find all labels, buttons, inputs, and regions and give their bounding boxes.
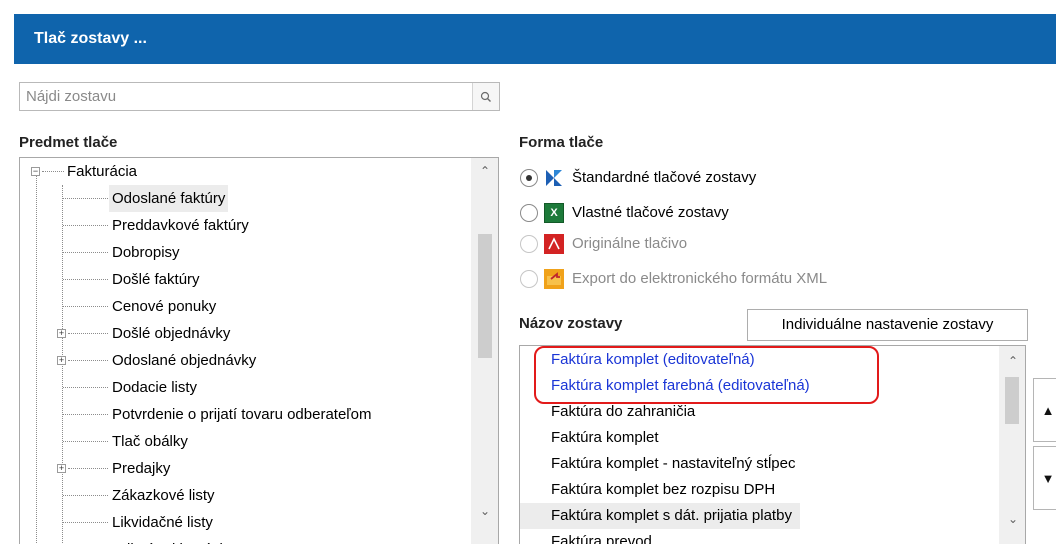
tree-item[interactable]: Likvidačné listy	[20, 509, 480, 536]
report-item[interactable]: Faktúra prevod	[520, 529, 652, 544]
radio-label-custom: Vlastné tlačové zostavy	[572, 204, 729, 221]
plus-expander-icon[interactable]: +	[57, 464, 66, 473]
tree-item-label: Tlač obálky	[112, 433, 188, 450]
tree-item-label: Cenové ponuky	[112, 298, 217, 315]
radio-label-xml: Export do elektronického formátu XML	[572, 270, 828, 287]
radio-option-original: Originálne tlačivo	[520, 229, 687, 259]
tree-item-label: Došlé objednávky	[112, 325, 231, 342]
plus-expander-icon[interactable]: +	[57, 329, 66, 338]
radio-option-custom[interactable]: X Vlastné tlačové zostavy	[520, 198, 729, 228]
subject-scroll-thumb[interactable]	[478, 234, 492, 358]
tree-item[interactable]: Odoslané faktúry	[20, 185, 480, 212]
search-box	[19, 82, 500, 111]
subject-title: Predmet tlače	[19, 134, 118, 151]
tree-item[interactable]: Tlač obálky	[20, 428, 480, 455]
subject-scrollbar[interactable]: ⌃ ⌄	[471, 158, 498, 544]
report-item[interactable]: Faktúra komplet s dát. prijatia platby	[520, 503, 800, 529]
report-item[interactable]: Faktúra komplet bez rozpisu DPH	[520, 477, 775, 503]
tree-item-label: Likvidačné listy	[112, 514, 213, 531]
tree-item[interactable]: + Odoslané objednávky	[20, 347, 480, 374]
move-up-button[interactable]: ▲	[1033, 378, 1056, 442]
tree-item[interactable]: Preddavkové faktúry	[20, 212, 480, 239]
radio-option-xml: Export do elektronického formátu XML	[520, 264, 827, 294]
reports-title: Názov zostavy	[519, 315, 623, 332]
tree-item-label: Zákazkové listy	[112, 487, 215, 504]
tree-item-label: Odoslané faktúry	[109, 185, 229, 212]
reports-list: Faktúra komplet (editovateľná) Faktúra ko…	[519, 345, 1026, 544]
move-down-icon: ▼	[1041, 470, 1055, 486]
tree-item-label: Odoslané objednávky	[112, 352, 257, 369]
scroll-up-icon[interactable]: ⌃	[475, 164, 495, 178]
tree-item-label: Dobropisy	[112, 244, 180, 261]
tree-item[interactable]: Potvrdenie o prijatí tovaru odberateľom	[20, 401, 480, 428]
tree-item[interactable]: +Prijaté reklamácie	[20, 536, 480, 544]
tree-item[interactable]: Došlé faktúry	[20, 266, 480, 293]
move-up-icon: ▲	[1041, 402, 1055, 418]
individual-settings-button[interactable]: Individuálne nastavenie zostavy	[747, 309, 1028, 341]
search-icon[interactable]	[472, 83, 499, 110]
tree-root-label: Fakturácia	[67, 163, 138, 180]
radio-label-standard: Štandardné tlačové zostavy	[572, 169, 757, 186]
tree-item-label: Prijaté reklamácie	[109, 536, 234, 544]
dialog-title: Tlač zostavy ...	[14, 14, 1056, 64]
tree-item-label: Preddavkové faktúry	[112, 217, 249, 234]
minus-expander-icon[interactable]: −	[31, 167, 40, 176]
tree-item[interactable]: + Došlé objednávky	[20, 320, 480, 347]
plus-expander-icon[interactable]: +	[57, 356, 66, 365]
scroll-down-icon[interactable]: ⌄	[475, 504, 495, 518]
kros-icon	[544, 168, 564, 188]
subject-tree: − Fakturácia Odoslané faktúry Preddavkové…	[19, 157, 499, 544]
report-item[interactable]: Faktúra komplet farebná (editovateľná)	[520, 373, 810, 399]
report-item[interactable]: Faktúra komplet (editovateľná)	[520, 347, 755, 373]
tree-root-fakturacia[interactable]: − Fakturácia	[20, 158, 480, 185]
radio-button-xml	[520, 270, 538, 288]
reports-scrollbar[interactable]: ⌃ ⌄	[999, 346, 1025, 544]
window-left-edge	[0, 14, 14, 544]
reports-scroll-thumb[interactable]	[1005, 377, 1019, 424]
tree-item[interactable]: Zákazkové listy	[20, 482, 480, 509]
report-item[interactable]: Faktúra komplet	[520, 425, 659, 451]
pdf-icon	[544, 234, 564, 254]
tree-item[interactable]: Dobropisy	[20, 239, 480, 266]
radio-button-standard[interactable]	[520, 169, 538, 187]
tree-item[interactable]: + Predajky	[20, 455, 480, 482]
report-item[interactable]: Faktúra do zahraničia	[520, 399, 695, 425]
move-down-button[interactable]: ▼	[1033, 446, 1056, 510]
tree-item-label: Potvrdenie o prijatí tovaru odberateľom	[112, 406, 372, 423]
tree-item-label: Došlé faktúry	[112, 271, 200, 288]
radio-option-standard[interactable]: Štandardné tlačové zostavy	[520, 163, 756, 193]
tree-item[interactable]: Dodacie listy	[20, 374, 480, 401]
tree-item-label: Predajky	[112, 460, 171, 477]
radio-button-custom[interactable]	[520, 204, 538, 222]
report-item[interactable]: Faktúra komplet - nastaviteľný stĺpec	[520, 451, 795, 477]
tree-item-label: Dodacie listy	[112, 379, 198, 396]
window-top-strip	[0, 0, 1056, 14]
scroll-down-icon[interactable]: ⌄	[1003, 512, 1023, 526]
form-title: Forma tlače	[519, 134, 604, 151]
tree-item[interactable]: Cenové ponuky	[20, 293, 480, 320]
export-folder-icon	[544, 269, 564, 289]
scroll-up-icon[interactable]: ⌃	[1003, 354, 1023, 368]
radio-button-original	[520, 235, 538, 253]
radio-label-original: Originálne tlačivo	[572, 235, 688, 252]
excel-icon: X	[544, 203, 564, 223]
search-input[interactable]	[20, 83, 472, 110]
